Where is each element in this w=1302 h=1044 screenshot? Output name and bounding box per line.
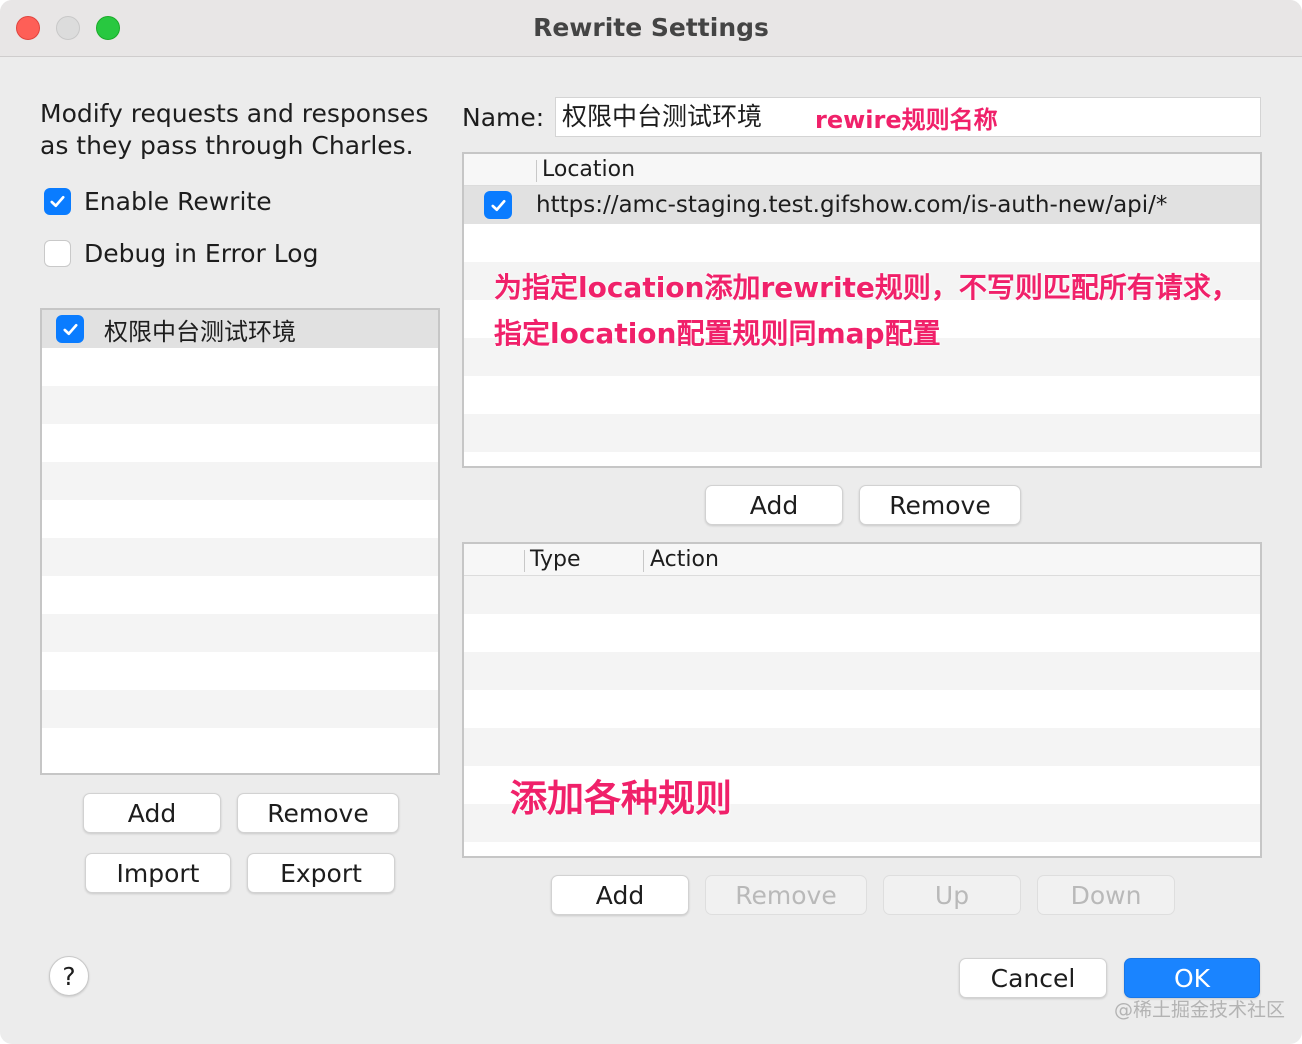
table-row[interactable]: https://amc-staging.test.gifshow.com/is-…	[464, 186, 1260, 224]
rule-name: 权限中台测试环境	[104, 317, 296, 346]
location-column-header[interactable]: Location	[542, 157, 635, 182]
export-button[interactable]: Export	[247, 853, 395, 893]
window-title: Rewrite Settings	[533, 13, 769, 42]
remove-location-button[interactable]: Remove	[859, 485, 1021, 525]
empty-checkbox-icon	[44, 239, 71, 267]
location-annotation-line2: 指定location配置规则同map配置	[494, 317, 941, 350]
import-button[interactable]: Import	[85, 853, 231, 893]
debug-error-log-label: Debug in Error Log	[84, 238, 319, 268]
name-label: Name:	[462, 103, 545, 132]
add-rule-button[interactable]: Add	[83, 793, 221, 833]
rules-annotation: 添加各种规则	[510, 777, 732, 820]
location-table[interactable]: Location https://amc-staging.test.gifsho…	[462, 152, 1262, 468]
empty-rows	[42, 348, 438, 766]
rules-table-header: Type Action	[464, 544, 1260, 576]
type-column-header[interactable]: Type	[530, 547, 581, 572]
ok-button[interactable]: OK	[1124, 958, 1260, 998]
description-text: Modify requests and responses as they pa…	[40, 99, 429, 160]
cancel-button[interactable]: Cancel	[959, 958, 1107, 998]
add-location-button[interactable]: Add	[705, 485, 843, 525]
add-rewrite-rule-button[interactable]: Add	[551, 875, 689, 915]
rules-list[interactable]: 权限中台测试环境	[40, 308, 440, 775]
move-up-button[interactable]: Up	[883, 875, 1021, 915]
action-column-header[interactable]: Action	[650, 547, 719, 572]
move-down-button[interactable]: Down	[1037, 875, 1175, 915]
location-url: https://amc-staging.test.gifshow.com/is-…	[536, 192, 1168, 218]
help-button[interactable]: ?	[49, 956, 89, 996]
remove-rule-button[interactable]: Remove	[237, 793, 399, 833]
enable-rewrite-label: Enable Rewrite	[84, 186, 272, 216]
remove-rewrite-rule-button[interactable]: Remove	[705, 875, 867, 915]
rewrite-settings-window: Rewrite Settings Modify requests and res…	[0, 0, 1302, 1044]
checkmark-icon[interactable]	[56, 315, 84, 343]
checkmark-icon	[44, 187, 71, 215]
list-item[interactable]: 权限中台测试环境	[42, 310, 438, 348]
title-bar: Rewrite Settings	[0, 0, 1302, 57]
debug-error-log-checkbox[interactable]: Debug in Error Log	[44, 238, 318, 268]
checkmark-icon[interactable]	[484, 191, 512, 219]
watermark: @稀土掘金技术社区	[1114, 999, 1286, 1021]
location-table-header: Location	[464, 154, 1260, 186]
name-annotation: rewire规则名称	[815, 106, 998, 134]
location-annotation-line1: 为指定location添加rewrite规则，不写则匹配所有请求，	[494, 271, 1239, 304]
enable-rewrite-checkbox[interactable]: Enable Rewrite	[44, 186, 272, 216]
